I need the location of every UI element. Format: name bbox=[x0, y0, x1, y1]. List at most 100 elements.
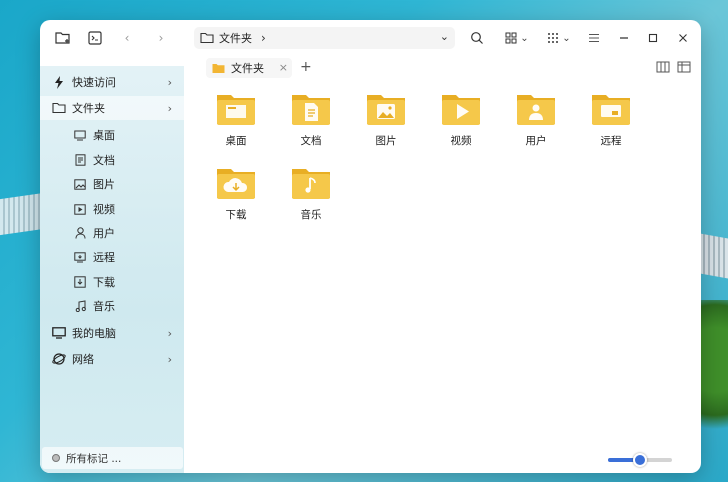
sidebar-item-desktop[interactable]: 桌面 bbox=[40, 123, 184, 147]
sidebar-label: 远程 bbox=[93, 251, 115, 264]
chevron-right-icon[interactable]: › bbox=[168, 353, 172, 366]
file-label: 桌面 bbox=[225, 135, 247, 147]
user-folder-icon bbox=[517, 95, 555, 125]
all-tags-label: 所有标记 ... bbox=[66, 452, 122, 465]
chevron-right-icon[interactable]: › bbox=[168, 327, 172, 340]
sidebar-label: 快速访问 bbox=[72, 76, 116, 89]
sidebar: 快速访问 › 文件夹 › 桌面 文档 图片 视频 用户 远程 下载 音乐 我的电… bbox=[40, 66, 184, 473]
sidebar-label: 视频 bbox=[93, 203, 115, 216]
back-button[interactable]: ‹ bbox=[116, 27, 138, 49]
file-item-remote[interactable]: 远程 bbox=[581, 92, 641, 148]
maximize-button[interactable] bbox=[642, 27, 664, 49]
close-icon bbox=[679, 34, 687, 42]
chevron-down-icon: ⌄ bbox=[520, 32, 529, 44]
search-icon bbox=[471, 32, 483, 44]
minimize-icon bbox=[620, 37, 628, 39]
chevron-right-icon[interactable]: › bbox=[168, 76, 172, 89]
chevron-left-icon: ‹ bbox=[124, 31, 130, 45]
file-label: 下载 bbox=[225, 209, 247, 221]
tab-label: 文件夹 bbox=[231, 62, 264, 75]
music-icon bbox=[73, 299, 87, 313]
breadcrumb-separator-icon[interactable]: › bbox=[261, 31, 266, 45]
desktop-bridge-right bbox=[700, 233, 728, 279]
sidebar-label: 下载 bbox=[93, 276, 115, 289]
columns-view-icon[interactable] bbox=[656, 60, 670, 74]
network-icon bbox=[52, 352, 66, 366]
address-bar[interactable]: 文件夹 › ⌄ bbox=[194, 27, 455, 49]
folder-icon bbox=[212, 63, 225, 73]
close-button[interactable] bbox=[672, 27, 694, 49]
sidebar-label: 网络 bbox=[72, 353, 94, 366]
grid-view-icon bbox=[505, 32, 517, 44]
sidebar-item-pictures[interactable]: 图片 bbox=[40, 172, 184, 196]
folder-icon bbox=[52, 101, 66, 115]
chevron-right-icon: › bbox=[158, 31, 164, 45]
forward-button[interactable]: › bbox=[150, 27, 172, 49]
title-bar: ‹ › 文件夹 › ⌄ ⌄ ⌄ bbox=[40, 20, 701, 56]
document-folder-icon bbox=[292, 95, 330, 125]
new-folder-icon bbox=[55, 32, 70, 44]
maximize-icon bbox=[648, 33, 658, 43]
remote-icon bbox=[73, 250, 87, 264]
hamburger-menu-icon bbox=[589, 33, 599, 43]
computer-icon bbox=[52, 326, 66, 340]
new-window-button[interactable] bbox=[52, 27, 74, 49]
file-item-pictures[interactable]: 图片 bbox=[356, 92, 416, 148]
tag-icon bbox=[52, 454, 60, 462]
sidebar-item-videos[interactable]: 视频 bbox=[40, 197, 184, 221]
address-dropdown-icon[interactable]: ⌄ bbox=[440, 30, 449, 43]
address-folder-name[interactable]: 文件夹 bbox=[219, 30, 252, 46]
lightning-icon bbox=[52, 75, 66, 89]
file-item-videos[interactable]: 视频 bbox=[431, 92, 491, 148]
sidebar-item-downloads[interactable]: 下载 bbox=[40, 270, 184, 294]
sidebar-item-music[interactable]: 音乐 bbox=[40, 294, 184, 318]
minimize-button[interactable] bbox=[613, 27, 635, 49]
terminal-button[interactable] bbox=[84, 27, 106, 49]
zoom-slider[interactable] bbox=[608, 453, 672, 467]
file-label: 用户 bbox=[525, 135, 547, 147]
sidebar-label: 文档 bbox=[93, 154, 115, 167]
file-item-music[interactable]: 音乐 bbox=[281, 166, 341, 222]
detail-view-icon[interactable] bbox=[677, 60, 691, 74]
close-icon[interactable]: × bbox=[279, 61, 288, 74]
download-folder-icon bbox=[217, 169, 255, 199]
file-label: 图片 bbox=[375, 135, 397, 147]
sidebar-label: 文件夹 bbox=[72, 102, 105, 115]
desktop-folder-icon bbox=[217, 95, 255, 125]
sidebar-label: 音乐 bbox=[93, 300, 115, 313]
tab-folder[interactable]: 文件夹 × bbox=[206, 58, 292, 78]
chevron-right-icon[interactable]: › bbox=[168, 102, 172, 115]
desktop-icon bbox=[73, 128, 87, 142]
zoom-slider-handle[interactable] bbox=[633, 453, 647, 467]
file-item-desktop[interactable]: 桌面 bbox=[206, 92, 266, 148]
file-item-downloads[interactable]: 下载 bbox=[206, 166, 266, 222]
menu-button[interactable] bbox=[583, 27, 605, 49]
search-button[interactable] bbox=[466, 27, 488, 49]
sidebar-label: 桌面 bbox=[93, 129, 115, 142]
file-label: 音乐 bbox=[300, 209, 322, 221]
sidebar-item-remote[interactable]: 远程 bbox=[40, 245, 184, 269]
sort-view-button[interactable]: ⌄ bbox=[544, 27, 574, 49]
file-item-users[interactable]: 用户 bbox=[506, 92, 566, 148]
sidebar-item-network[interactable]: 网络 › bbox=[40, 347, 184, 371]
sidebar-item-quick-access[interactable]: 快速访问 › bbox=[40, 70, 184, 94]
remote-folder-icon bbox=[592, 95, 630, 125]
file-label: 文档 bbox=[300, 135, 322, 147]
sidebar-item-my-computer[interactable]: 我的电脑 › bbox=[40, 321, 184, 345]
music-folder-icon bbox=[292, 169, 330, 199]
file-item-documents[interactable]: 文档 bbox=[281, 92, 341, 148]
icon-view-button[interactable]: ⌄ bbox=[502, 27, 532, 49]
all-tags-button[interactable]: 所有标记 ... bbox=[42, 447, 183, 469]
sidebar-item-documents[interactable]: 文档 bbox=[40, 148, 184, 172]
picture-icon bbox=[73, 177, 87, 191]
folder-icon bbox=[200, 32, 214, 44]
sidebar-item-users[interactable]: 用户 bbox=[40, 221, 184, 245]
sidebar-label: 用户 bbox=[93, 227, 115, 240]
add-tab-button[interactable]: + bbox=[300, 59, 312, 75]
picture-folder-icon bbox=[367, 95, 405, 125]
list-view-icon bbox=[548, 33, 559, 43]
user-icon bbox=[73, 226, 87, 240]
sidebar-label: 我的电脑 bbox=[72, 327, 116, 340]
sidebar-item-folder[interactable]: 文件夹 › bbox=[40, 96, 184, 120]
desktop-bridge bbox=[0, 192, 44, 236]
